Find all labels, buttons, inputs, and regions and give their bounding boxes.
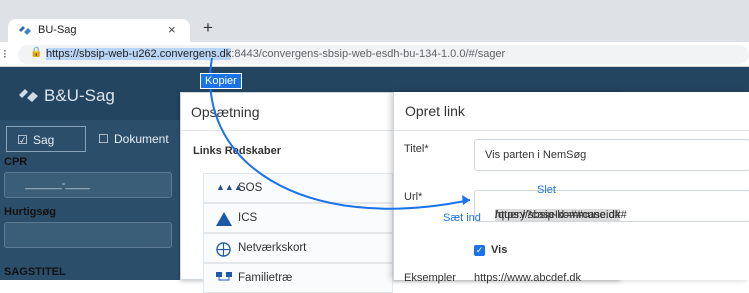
copy-tooltip: Kopier [200,73,242,89]
paste-hint: Sæt ind [443,212,481,224]
drag-arrow-overlay [209,57,471,210]
delete-hint: Slet [537,184,556,196]
arrow-head [462,195,470,205]
drag-arrow [209,57,471,210]
